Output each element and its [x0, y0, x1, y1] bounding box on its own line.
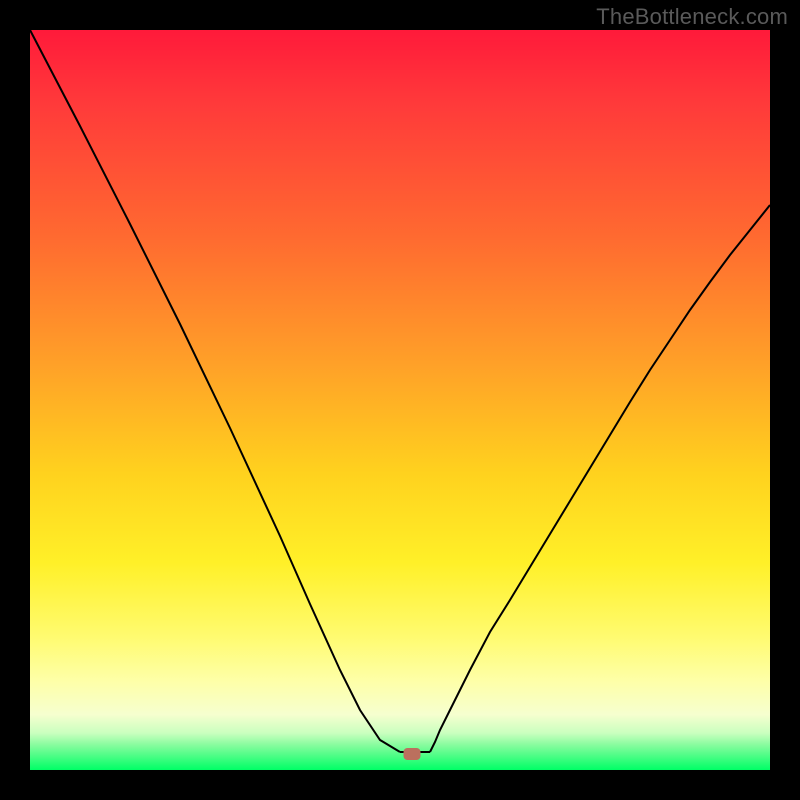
plot-area: [30, 30, 770, 770]
attribution-text: TheBottleneck.com: [596, 4, 788, 30]
optimum-marker: [404, 748, 421, 760]
curve-svg: [30, 30, 770, 770]
curve-left-branch: [30, 30, 400, 752]
curve-right-branch: [430, 205, 770, 752]
